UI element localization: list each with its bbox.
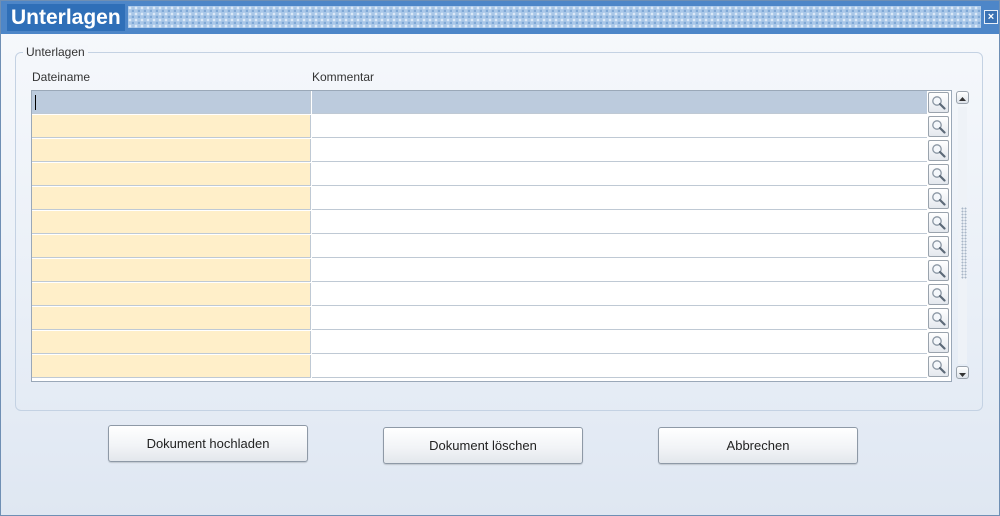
lookup-button[interactable] bbox=[928, 332, 949, 353]
magnifier-icon bbox=[932, 144, 946, 158]
kommentar-cell[interactable] bbox=[312, 355, 927, 378]
kommentar-cell[interactable] bbox=[312, 211, 927, 234]
table-row[interactable] bbox=[32, 259, 951, 283]
column-header-kommentar: Kommentar bbox=[312, 70, 375, 84]
title-bar-pattern bbox=[128, 6, 981, 28]
scroll-up-button[interactable] bbox=[956, 91, 969, 104]
upload-document-button[interactable]: Dokument hochladen bbox=[108, 425, 308, 462]
table-row[interactable] bbox=[32, 163, 951, 187]
dateiname-cell[interactable] bbox=[32, 139, 311, 162]
magnifier-icon bbox=[932, 120, 946, 134]
lookup-button[interactable] bbox=[928, 236, 949, 257]
table-row[interactable] bbox=[32, 115, 951, 139]
dateiname-cell[interactable] bbox=[32, 211, 311, 234]
scroll-down-button[interactable] bbox=[956, 366, 969, 379]
magnifier-icon bbox=[932, 312, 946, 326]
window-title: Unterlagen bbox=[7, 4, 125, 31]
lookup-button[interactable] bbox=[928, 140, 949, 161]
lookup-button[interactable] bbox=[928, 92, 949, 113]
close-icon[interactable]: × bbox=[984, 10, 998, 24]
kommentar-cell[interactable] bbox=[312, 91, 927, 114]
magnifier-icon bbox=[932, 240, 946, 254]
table-row[interactable] bbox=[32, 91, 951, 115]
table-row[interactable] bbox=[32, 139, 951, 163]
dateiname-cell[interactable] bbox=[32, 187, 311, 210]
dateiname-cell[interactable] bbox=[32, 355, 311, 378]
kommentar-cell[interactable] bbox=[312, 115, 927, 138]
table-row[interactable] bbox=[32, 187, 951, 211]
magnifier-icon bbox=[932, 96, 946, 110]
dateiname-cell[interactable] bbox=[32, 283, 311, 306]
dateiname-cell[interactable] bbox=[32, 115, 311, 138]
kommentar-cell[interactable] bbox=[312, 259, 927, 282]
text-cursor bbox=[35, 95, 36, 110]
magnifier-icon bbox=[932, 336, 946, 350]
table-row[interactable] bbox=[32, 283, 951, 307]
arrow-up-icon bbox=[959, 97, 966, 101]
groupbox-legend: Unterlagen bbox=[23, 45, 88, 59]
scroll-track[interactable] bbox=[958, 107, 967, 364]
kommentar-cell[interactable] bbox=[312, 235, 927, 258]
column-header-dateiname: Dateiname bbox=[32, 70, 91, 84]
cancel-button[interactable]: Abbrechen bbox=[658, 427, 858, 464]
kommentar-cell[interactable] bbox=[312, 187, 927, 210]
unterlagen-dialog: Unterlagen × Unterlagen Dateiname Kommen… bbox=[0, 0, 1000, 516]
dateiname-cell[interactable] bbox=[32, 163, 311, 186]
documents-table bbox=[31, 90, 952, 382]
kommentar-cell[interactable] bbox=[312, 331, 927, 354]
magnifier-icon bbox=[932, 216, 946, 230]
scroll-grip[interactable] bbox=[961, 207, 967, 279]
table-row[interactable] bbox=[32, 307, 951, 331]
dateiname-cell[interactable] bbox=[32, 235, 311, 258]
lookup-button[interactable] bbox=[928, 284, 949, 305]
magnifier-icon bbox=[932, 192, 946, 206]
table-row[interactable] bbox=[32, 331, 951, 355]
magnifier-icon bbox=[932, 264, 946, 278]
kommentar-cell[interactable] bbox=[312, 283, 927, 306]
kommentar-cell[interactable] bbox=[312, 307, 927, 330]
dateiname-cell[interactable] bbox=[32, 259, 311, 282]
lookup-button[interactable] bbox=[928, 164, 949, 185]
arrow-down-icon bbox=[959, 373, 966, 377]
lookup-button[interactable] bbox=[928, 260, 949, 281]
lookup-button[interactable] bbox=[928, 116, 949, 137]
lookup-button[interactable] bbox=[928, 308, 949, 329]
kommentar-cell[interactable] bbox=[312, 139, 927, 162]
dateiname-cell[interactable] bbox=[32, 307, 311, 330]
delete-document-button[interactable]: Dokument löschen bbox=[383, 427, 583, 464]
dateiname-cell[interactable] bbox=[32, 91, 311, 114]
dateiname-cell[interactable] bbox=[32, 331, 311, 354]
lookup-button[interactable] bbox=[928, 188, 949, 209]
table-scrollbar[interactable] bbox=[956, 91, 970, 380]
magnifier-icon bbox=[932, 360, 946, 374]
title-bar[interactable]: Unterlagen × bbox=[1, 1, 999, 34]
table-row[interactable] bbox=[32, 355, 951, 379]
lookup-button[interactable] bbox=[928, 356, 949, 377]
lookup-button[interactable] bbox=[928, 212, 949, 233]
magnifier-icon bbox=[932, 168, 946, 182]
kommentar-cell[interactable] bbox=[312, 163, 927, 186]
table-row[interactable] bbox=[32, 235, 951, 259]
table-row[interactable] bbox=[32, 211, 951, 235]
magnifier-icon bbox=[932, 288, 946, 302]
